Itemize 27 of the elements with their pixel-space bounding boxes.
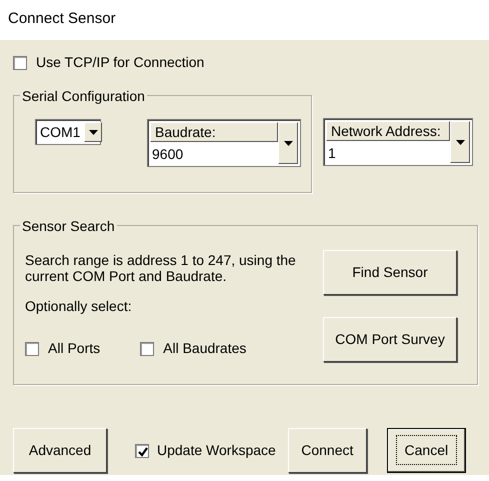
network-address-dropdown[interactable]: Network Address: 1 (323, 118, 473, 166)
dialog-button[interactable]: Cancel (386, 428, 466, 473)
optional-label: Optionally select: (25, 297, 132, 316)
dropdown-button[interactable] (278, 122, 298, 164)
checkbox-label: All Baudrates (163, 339, 246, 358)
caret-icon (284, 140, 292, 146)
checkbox[interactable] (25, 342, 39, 356)
checkbox-label: All Ports (48, 339, 100, 358)
caret-icon (456, 140, 464, 144)
checkbox-label: Update Workspace (157, 441, 276, 460)
baudrate-dropdown[interactable]: Baudrate: 9600 (147, 119, 301, 167)
window-title: Connect Sensor (8, 10, 116, 27)
checkbox[interactable] (135, 444, 149, 458)
field-label: Network Address: (326, 121, 450, 141)
search-description: Search range is address 1 to 247, using the current COM Port and Baudrate. (25, 252, 297, 284)
action-button[interactable]: COM Port Survey (323, 317, 457, 362)
advanced-button[interactable]: Advanced (13, 428, 107, 473)
action-button[interactable]: Find Sensor (323, 250, 457, 295)
field-label: Baudrate: (150, 122, 278, 142)
dialog-button[interactable]: Connect (288, 428, 367, 473)
caret-icon (88, 130, 98, 134)
checkbox[interactable] (140, 342, 154, 356)
dropdown-button[interactable] (84, 122, 102, 142)
checkbox[interactable] (13, 56, 27, 70)
port-dropdown[interactable]: COM1 (35, 119, 101, 145)
dropdown-button[interactable] (450, 121, 470, 163)
checkbox-label: Use TCP/IP for Connection (36, 53, 204, 72)
